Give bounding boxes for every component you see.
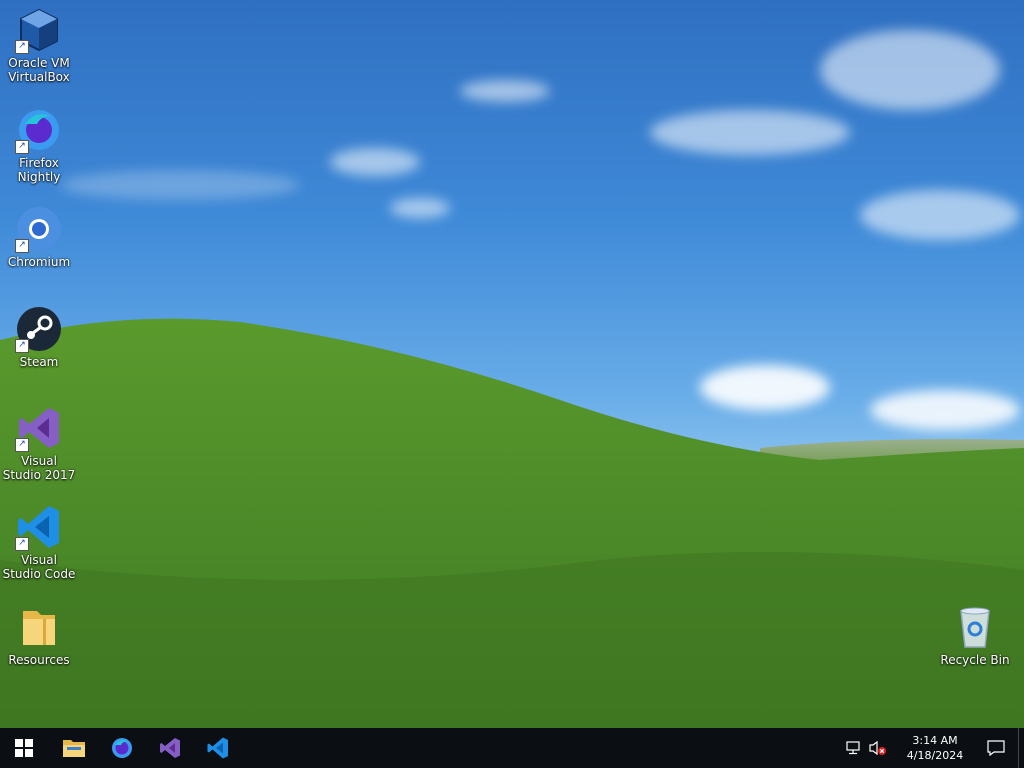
desktop-icon-label: Oracle VM VirtualBox: [8, 56, 70, 84]
folder-icon: [23, 611, 55, 645]
action-center-icon: [987, 740, 1005, 756]
firefox-nightly-icon: [112, 738, 132, 758]
volume-button[interactable]: [866, 728, 890, 768]
clock-time: 3:14 AM: [912, 734, 958, 747]
desktop[interactable]: ↗ Oracle VM VirtualBox ↗ Firefox Nightly…: [0, 0, 1024, 728]
desktop-icon-resources[interactable]: Resources: [1, 603, 77, 667]
hill-landscape: [0, 318, 1024, 728]
desktop-icon-label: Resources: [8, 653, 70, 667]
clock[interactable]: 3:14 AM 4/18/2024: [896, 733, 974, 763]
shortcut-arrow-icon: ↗: [15, 40, 29, 54]
desktop-icon-firefox-nightly[interactable]: ↗ Firefox Nightly: [1, 106, 77, 184]
desktop-icon-label: Chromium: [7, 255, 71, 269]
file-explorer-icon: [63, 740, 85, 757]
shortcut-arrow-icon: ↗: [15, 438, 29, 452]
shortcut-arrow-icon: ↗: [15, 239, 29, 253]
volume-muted-icon: [869, 740, 886, 756]
network-button[interactable]: [842, 728, 866, 768]
desktop-icon-label: Firefox Nightly: [17, 156, 61, 184]
desktop-icon-virtualbox[interactable]: ↗ Oracle VM VirtualBox: [1, 6, 77, 84]
taskbar: 3:14 AM 4/18/2024: [0, 728, 1024, 768]
desktop-icon-steam[interactable]: ↗ Steam: [1, 305, 77, 369]
network-icon: [846, 741, 860, 755]
shortcut-arrow-icon: ↗: [15, 140, 29, 154]
desktop-icon-chromium[interactable]: ↗ Chromium: [1, 205, 77, 269]
windows-start-icon: [15, 739, 33, 757]
shortcut-arrow-icon: ↗: [15, 339, 29, 353]
action-center-button[interactable]: [974, 728, 1018, 768]
desktop-icon-label: Steam: [19, 355, 59, 369]
desktop-icon-recycle-bin[interactable]: Recycle Bin: [937, 603, 1013, 667]
taskbar-firefox-nightly-button[interactable]: [98, 728, 146, 768]
desktop-icon-label: Recycle Bin: [940, 653, 1010, 667]
taskbar-vscode-button[interactable]: [194, 728, 242, 768]
desktop-icon-visual-studio-2017[interactable]: ↗ Visual Studio 2017: [1, 404, 77, 482]
start-button[interactable]: [0, 728, 48, 768]
clock-date: 4/18/2024: [906, 749, 964, 762]
system-tray: 3:14 AM 4/18/2024: [842, 728, 1024, 768]
recycle-bin-icon: [960, 607, 990, 648]
vscode-icon: [207, 737, 228, 759]
taskbar-visual-studio-button[interactable]: [146, 728, 194, 768]
desktop-icon-label: Visual Studio 2017: [2, 454, 76, 482]
desktop-icon-visual-studio-code[interactable]: ↗ Visual Studio Code: [1, 503, 77, 581]
show-desktop-button[interactable]: [1018, 728, 1024, 768]
desktop-icon-label: Visual Studio Code: [2, 553, 76, 581]
shortcut-arrow-icon: ↗: [15, 537, 29, 551]
taskbar-file-explorer-button[interactable]: [50, 728, 98, 768]
visual-studio-icon: [160, 738, 180, 758]
